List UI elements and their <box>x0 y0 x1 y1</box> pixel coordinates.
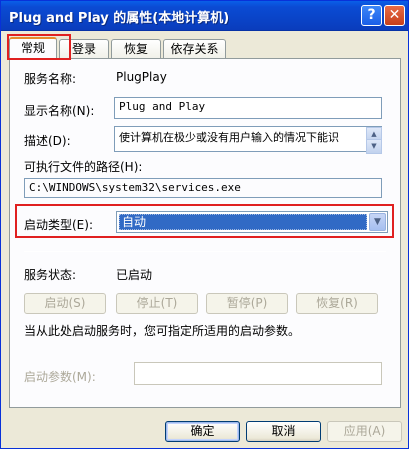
apply-button[interactable]: 应用(A) <box>327 421 402 442</box>
description-scrollbar[interactable]: ▲ ▼ <box>366 127 382 154</box>
status-label: 服务状态: <box>24 268 77 282</box>
display-name-label: 显示名称(N): <box>24 104 95 118</box>
startup-type-select[interactable]: 自动 ▼ <box>116 211 388 233</box>
tab-dependencies[interactable]: 依存关系 <box>163 39 226 59</box>
exe-path-label: 可执行文件的路径(H): <box>24 160 143 174</box>
description-field[interactable]: 使计算机在极少或没有用户输入的情况下能识 <box>114 126 382 152</box>
service-name-label: 服务名称: <box>24 72 77 86</box>
service-name-value: PlugPlay <box>116 70 167 84</box>
title-bar[interactable]: Plug and Play 的属性(本地计算机) ? ✕ <box>1 1 408 31</box>
startup-type-value: 自动 <box>119 214 367 230</box>
tab-recovery[interactable]: 恢复 <box>111 39 161 59</box>
tab-logon[interactable]: 登录 <box>59 39 109 59</box>
properties-dialog: Plug and Play 的属性(本地计算机) ? ✕ 常规 登录 恢复 依存… <box>0 0 409 449</box>
chevron-down-icon[interactable]: ▼ <box>369 213 386 231</box>
startup-type-label: 启动类型(E): <box>24 218 93 232</box>
display-name-field[interactable]: Plug and Play <box>114 97 382 119</box>
window-title: Plug and Play 的属性(本地计算机) <box>9 11 230 26</box>
general-panel: 服务名称: PlugPlay 显示名称(N): Plug and Play 描述… <box>9 58 401 408</box>
pause-button[interactable]: 暂停(P) <box>206 293 288 314</box>
scroll-down-icon[interactable]: ▼ <box>366 139 382 154</box>
start-params-field[interactable] <box>134 362 382 385</box>
stop-button[interactable]: 停止(T) <box>116 293 198 314</box>
description-label: 描述(D): <box>24 134 71 148</box>
start-params-hint: 当从此处启动服务时，您可指定所适用的启动参数。 <box>24 324 301 338</box>
status-value: 已启动 <box>116 268 153 282</box>
divider <box>24 251 386 252</box>
tab-general[interactable]: 常规 <box>9 37 57 60</box>
cancel-button[interactable]: 取消 <box>246 421 321 442</box>
ok-button[interactable]: 确定 <box>165 421 240 442</box>
help-button[interactable]: ? <box>361 5 382 26</box>
description-text: 使计算机在极少或没有用户输入的情况下能识 <box>119 131 339 144</box>
start-params-label: 启动参数(M): <box>24 370 96 384</box>
start-button[interactable]: 启动(S) <box>24 293 106 314</box>
exe-path-field: C:\WINDOWS\system32\services.exe <box>24 178 382 198</box>
close-button[interactable]: ✕ <box>384 5 405 26</box>
resume-button[interactable]: 恢复(R) <box>296 293 378 314</box>
